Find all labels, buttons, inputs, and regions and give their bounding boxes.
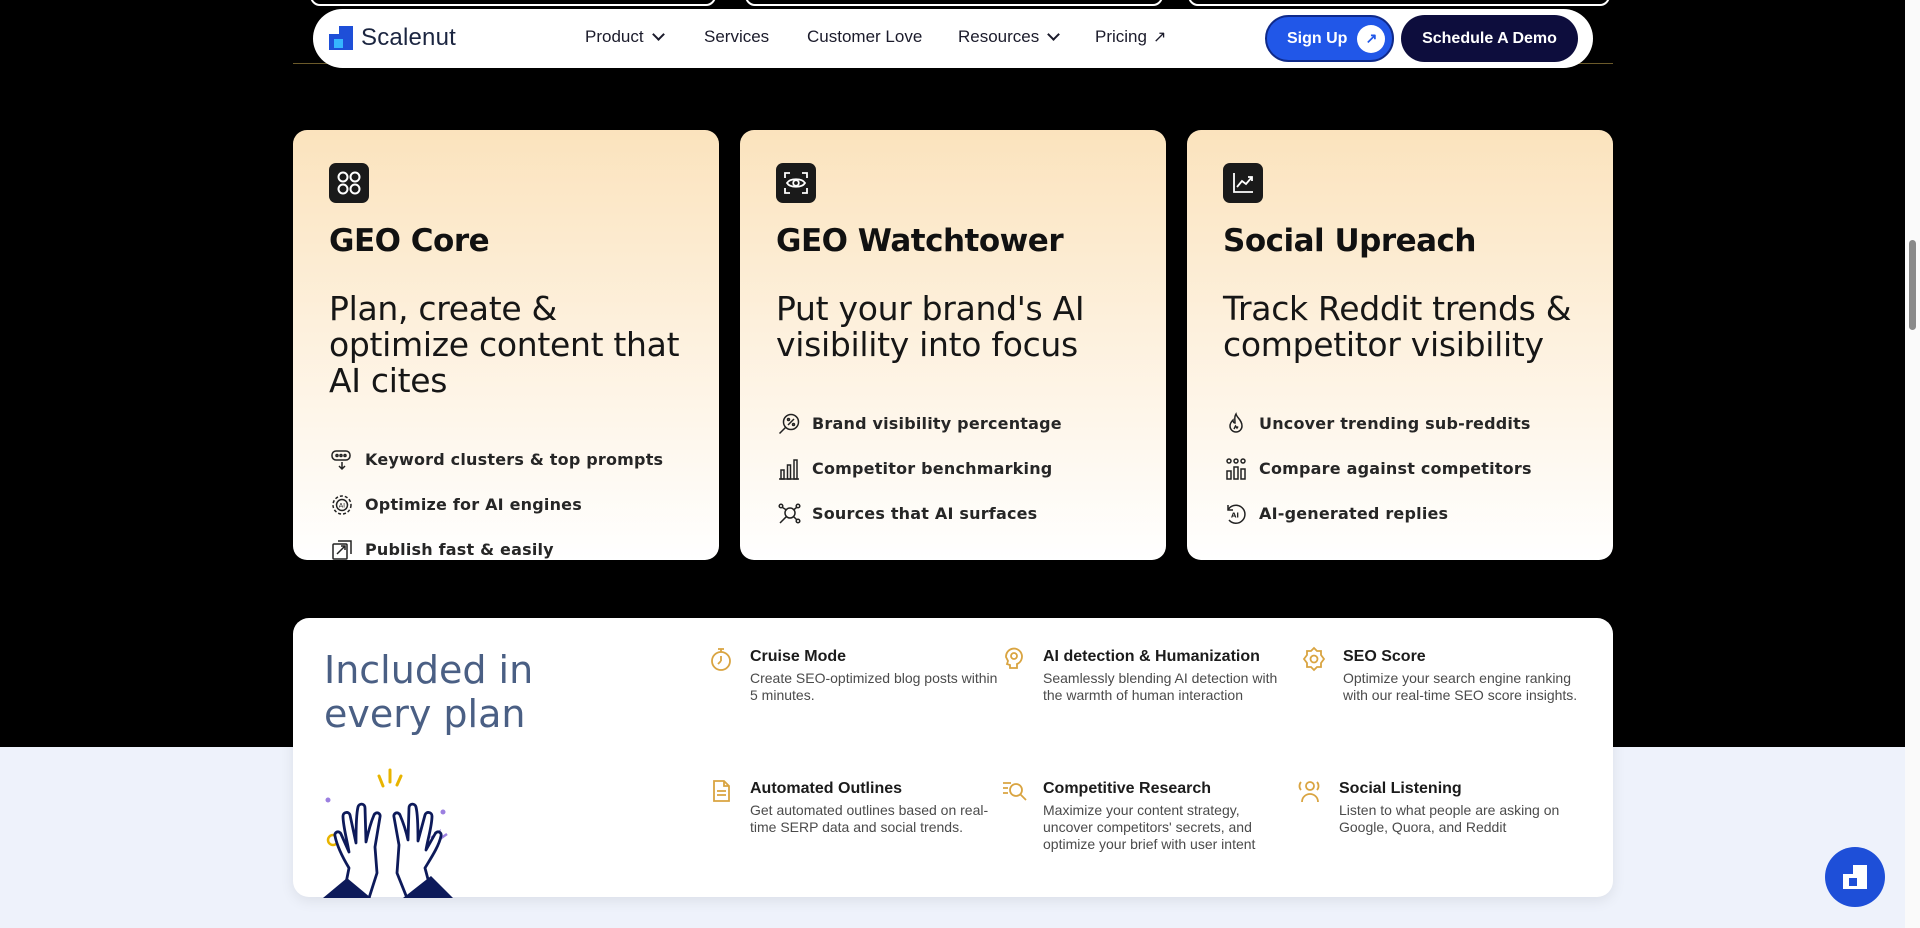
card-title: GEO Watchtower: [776, 223, 1064, 259]
included-item-title: Automated Outlines: [750, 780, 903, 797]
page-scrollbar[interactable]: [1905, 0, 1920, 928]
compare-icon: [1223, 456, 1249, 482]
feature-label: Keyword clusters & top prompts: [365, 450, 664, 469]
nav-resources-label: Resources: [958, 27, 1040, 46]
fire-icon: [1223, 411, 1249, 437]
card-title: Social Upreach: [1223, 223, 1477, 259]
feature-item: Sources that AI surfaces: [776, 491, 1130, 536]
feature-label: Competitor benchmarking: [812, 459, 1053, 478]
timer-icon: [708, 646, 734, 672]
previous-card-fragment: [310, 0, 716, 6]
included-item-title: Competitive Research: [1043, 780, 1212, 797]
card-social-upreach[interactable]: Social Upreach Track Reddit trends & com…: [1187, 130, 1613, 560]
included-item-desc: Get automated outlines based on real-tim…: [750, 802, 989, 835]
listening-icon: [1297, 778, 1323, 804]
sources-icon: [776, 501, 802, 527]
nav-customer-love-label: Customer Love: [807, 27, 923, 46]
included-item-desc: Seamlessly blending AI detection with th…: [1043, 670, 1278, 703]
nav-services[interactable]: Services: [704, 27, 769, 47]
chevron-down-icon: [651, 28, 665, 41]
feature-label: Sources that AI surfaces: [812, 504, 1038, 523]
included-item-desc: Listen to what people are asking on Goog…: [1339, 802, 1560, 835]
ai-detection-icon: [1001, 646, 1027, 672]
keyword-cluster-icon: [329, 447, 355, 473]
card-subtitle: Put your brand's AI visibility into focu…: [776, 289, 1085, 364]
included-item-desc: Maximize your content strategy, uncover …: [1043, 802, 1256, 852]
included-item-title: Social Listening: [1339, 780, 1462, 797]
included-item-desc: Optimize your search engine ranking with…: [1343, 670, 1578, 703]
feature-label: Uncover trending sub-reddits: [1259, 414, 1531, 433]
external-link-icon: ↗: [1152, 29, 1167, 46]
feature-item: Brand visibility percentage: [776, 401, 1130, 446]
arrow-up-right-icon: ↗: [1357, 24, 1386, 53]
logo-mark-icon: [329, 26, 353, 50]
high-five-illustration: [323, 768, 453, 898]
feature-item: Keyword clusters & top prompts: [329, 437, 683, 482]
svg-text:AI: AI: [1231, 511, 1239, 519]
ai-gear-icon: AI: [329, 492, 355, 518]
scalenut-logo[interactable]: Scalenut: [329, 24, 456, 52]
nav-resources[interactable]: Resources: [958, 27, 1061, 47]
sign-up-button[interactable]: Sign Up ↗: [1265, 15, 1394, 62]
eye-icon: [776, 163, 816, 203]
nav-pricing-label: Pricing: [1095, 27, 1147, 46]
feature-label: AI-generated replies: [1259, 504, 1449, 523]
nav-product-label: Product: [585, 27, 644, 46]
ai-reply-icon: AI: [1223, 501, 1249, 527]
top-navbar: Scalenut Product Services Customer Love …: [313, 9, 1593, 68]
included-item: SEO Score Optimize your search engine ra…: [1302, 646, 1593, 704]
included-item-title: AI detection & Humanization: [1043, 648, 1260, 665]
card-subtitle: Plan, create & optimize content that AI …: [329, 289, 680, 400]
included-item: AI detection & Humanization Seamlessly b…: [1005, 647, 1293, 704]
svg-text:AI: AI: [339, 501, 345, 509]
feature-label: Brand visibility percentage: [812, 414, 1062, 433]
seo-score-icon: [1301, 646, 1327, 672]
feature-item: Compare against competitors: [1223, 446, 1577, 491]
included-item-title: Cruise Mode: [750, 648, 847, 665]
feature-item: AI Optimize for AI engines: [329, 482, 683, 527]
document-icon: [708, 778, 734, 804]
feature-label: Optimize for AI engines: [365, 495, 582, 514]
percentage-icon: [776, 411, 802, 437]
chat-logo-icon: [1843, 865, 1867, 889]
scrollbar-thumb[interactable]: [1909, 240, 1916, 330]
included-item-title: SEO Score: [1343, 648, 1426, 665]
included-item: Cruise Mode Create SEO-optimized blog po…: [711, 648, 1000, 704]
included-panel: Included in every plan Cruise Mode Creat…: [293, 618, 1613, 898]
included-title: Included in every plan: [324, 648, 534, 736]
nav-pricing[interactable]: Pricing ↗: [1095, 27, 1166, 47]
publish-icon: [329, 537, 355, 563]
nav-product[interactable]: Product: [585, 27, 665, 47]
card-geo-watchtower[interactable]: GEO Watchtower Put your brand's AI visib…: [740, 130, 1166, 560]
previous-card-fragment: [1188, 0, 1610, 6]
sign-up-label: Sign Up: [1287, 29, 1348, 47]
card-title: GEO Core: [329, 223, 490, 259]
feature-item: AI AI-generated replies: [1223, 491, 1577, 536]
feature-label: Publish fast & easily: [365, 540, 554, 559]
previous-card-fragment: [745, 0, 1163, 6]
trend-chart-icon: [1223, 163, 1263, 203]
card-subtitle: Track Reddit trends & competitor visibil…: [1223, 289, 1572, 364]
chevron-down-icon: [1047, 28, 1061, 41]
grid-icon: [329, 163, 369, 203]
included-item: Social Listening Listen to what people a…: [1298, 780, 1589, 836]
feature-label: Compare against competitors: [1259, 459, 1532, 478]
included-item-desc: Create SEO-optimized blog posts within 5…: [750, 670, 998, 703]
research-icon: [1001, 778, 1027, 804]
bar-chart-icon: [776, 456, 802, 482]
included-item: Competitive Research Maximize your conte…: [1003, 780, 1293, 853]
feature-item: Competitor benchmarking: [776, 446, 1130, 491]
card-geo-core[interactable]: GEO Core Plan, create & optimize content…: [293, 130, 719, 560]
nav-customer-love[interactable]: Customer Love: [807, 27, 922, 47]
chat-widget-button[interactable]: [1825, 847, 1885, 907]
included-item: Automated Outlines Get automated outline…: [713, 780, 1000, 836]
feature-item: Publish fast & easily: [329, 527, 683, 572]
logo-text: Scalenut: [361, 24, 456, 51]
nav-services-label: Services: [704, 27, 770, 46]
feature-item: Uncover trending sub-reddits: [1223, 401, 1577, 446]
schedule-demo-button[interactable]: Schedule A Demo: [1401, 15, 1578, 62]
